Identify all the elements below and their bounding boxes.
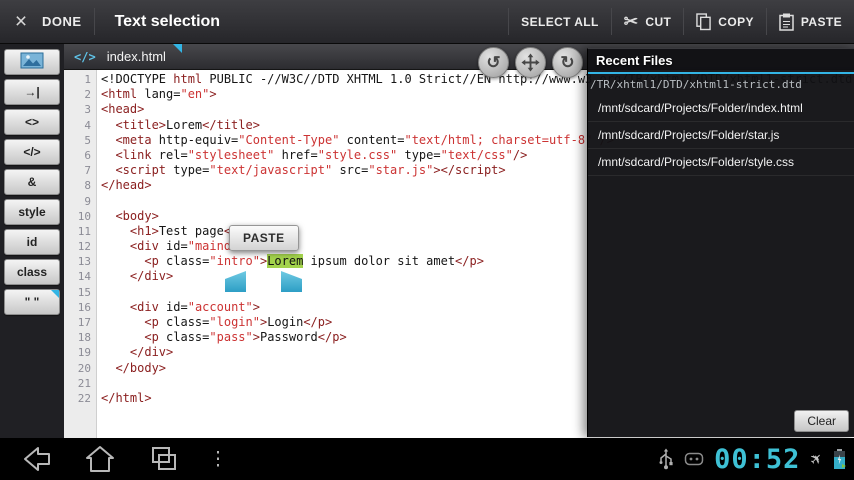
battery-icon: [834, 448, 846, 469]
select-all-button[interactable]: SELECT ALL: [509, 0, 611, 43]
paste-button[interactable]: PASTE: [767, 0, 854, 43]
recent-files-panel: Recent Files /TR/xhtml1/DTD/xhtml1-stric…: [587, 48, 854, 437]
recent-files-list: /mnt/sdcard/Projects/Folder/index.html/m…: [588, 95, 854, 176]
recent-file-item[interactable]: /mnt/sdcard/Projects/Folder/style.css: [588, 149, 854, 176]
redo-button[interactable]: ↻: [552, 47, 583, 78]
move-icon: [521, 53, 540, 72]
sidebar-button-closing-tag[interactable]: </>: [4, 139, 60, 165]
line-number: 11: [77, 224, 91, 238]
recent-files-title: Recent Files: [588, 49, 854, 74]
corner-marker-icon: [51, 290, 59, 298]
line-number: 2: [84, 88, 91, 102]
line-number: 3: [84, 103, 91, 117]
line-number: 8: [84, 179, 91, 193]
line-number: 22: [77, 391, 91, 405]
sidebar-button-id[interactable]: id: [4, 229, 60, 255]
line-number: 5: [84, 133, 91, 147]
file-tab[interactable]: index.html: [105, 44, 182, 69]
airplane-mode-icon: ✈: [806, 448, 828, 470]
line-number: 15: [77, 285, 91, 299]
line-number: 17: [77, 316, 91, 329]
line-number: 14: [77, 270, 91, 284]
sidebar-button-image-tool[interactable]: [4, 49, 60, 75]
line-number: 21: [77, 376, 91, 390]
paste-popup-button[interactable]: PASTE: [229, 225, 299, 251]
overflow-menu-button[interactable]: ⋮: [208, 448, 228, 471]
paste-icon: [779, 13, 794, 31]
redo-icon: ↻: [560, 52, 575, 72]
system-bar: ⋮ 00:52 ✈: [0, 438, 854, 480]
line-number: 13: [77, 255, 91, 269]
recent-file-item[interactable]: /mnt/sdcard/Projects/Folder/star.js: [588, 122, 854, 149]
line-number: 7: [84, 164, 91, 178]
paste-label: PASTE: [800, 14, 842, 29]
copy-button[interactable]: COPY: [684, 0, 766, 43]
usb-icon: [659, 448, 673, 470]
floating-toolbar: ↺ ↻: [478, 47, 583, 78]
line-number: 4: [84, 118, 91, 132]
line-number: 1: [84, 73, 91, 86]
line-number: 6: [84, 148, 91, 162]
nav-buttons: ⋮: [0, 441, 228, 477]
line-number: 16: [77, 300, 91, 314]
sidebar-button-class[interactable]: class: [4, 259, 60, 285]
recents-icon: [152, 447, 176, 470]
back-button[interactable]: [16, 441, 56, 477]
code-showthrough-text: /TR/xhtml1/DTD/xhtml1-strict.dtd: [590, 78, 802, 91]
recent-file-item[interactable]: /mnt/sdcard/Projects/Folder/index.html: [588, 95, 854, 122]
scissors-icon: ✂: [623, 11, 639, 31]
sidebar-button-ampersand[interactable]: &: [4, 169, 60, 195]
sidebar-button-tag-brackets[interactable]: <>: [4, 109, 60, 135]
copy-label: COPY: [718, 14, 754, 29]
line-number: 9: [84, 194, 91, 208]
move-button[interactable]: [515, 47, 546, 78]
line-number: 12: [77, 240, 91, 254]
line-number-gutter: 1 2 3 4 5 6 7 8 9 10 11 12 13 14 15 16 17 18 19 20 21 22: [64, 70, 97, 438]
sidebar-button-tab-key[interactable]: →|: [4, 79, 60, 105]
action-bar: × DONE Text selection SELECT ALL ✂ CUT COPY…: [0, 0, 854, 44]
home-icon: [86, 446, 114, 472]
cut-button[interactable]: ✂ CUT: [612, 0, 684, 43]
line-number: 18: [77, 331, 91, 345]
page-title: Text selection: [114, 12, 221, 30]
sidebar-button-style[interactable]: style: [4, 199, 60, 225]
recents-button[interactable]: [144, 441, 184, 477]
home-button[interactable]: [80, 441, 120, 477]
undo-icon: ↺: [486, 52, 501, 72]
file-tab-label: index.html: [106, 49, 166, 64]
clear-button[interactable]: Clear: [794, 410, 849, 432]
usb-debug-icon: [684, 452, 704, 466]
status-cluster: 00:52 ✈: [658, 446, 854, 473]
image-icon: [20, 52, 44, 72]
cut-label: CUT: [645, 14, 672, 29]
separator: [93, 8, 95, 35]
close-icon[interactable]: ×: [0, 0, 42, 44]
sidebar-button-quotes[interactable]: " ": [4, 289, 60, 315]
copy-icon: [696, 12, 712, 31]
select-all-label: SELECT ALL: [521, 14, 599, 29]
line-number: 20: [77, 361, 91, 375]
line-number: 10: [77, 209, 91, 223]
clock[interactable]: 00:52: [714, 446, 800, 473]
action-group: SELECT ALL ✂ CUT COPY PASTE: [508, 0, 854, 43]
undo-button[interactable]: ↺: [478, 47, 509, 78]
code-icon: </>: [74, 49, 96, 64]
snippet-sidebar: →| <> </> & style id class " ": [0, 44, 64, 438]
modified-marker-icon: [172, 44, 182, 53]
back-icon: [24, 447, 50, 471]
line-number: 19: [77, 346, 91, 360]
done-button[interactable]: DONE: [42, 14, 82, 29]
